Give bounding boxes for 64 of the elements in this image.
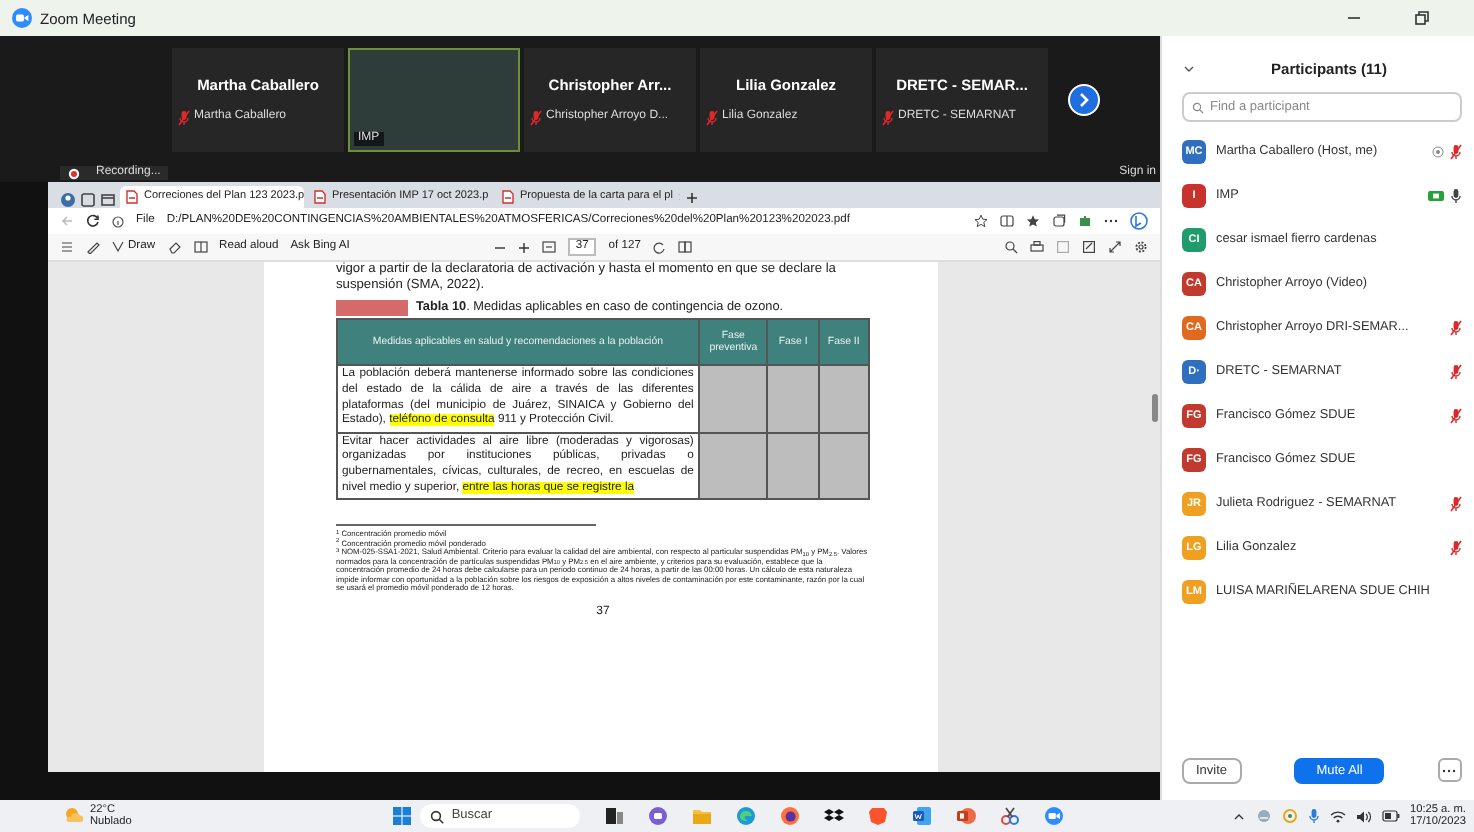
- sync-icon[interactable]: [1282, 808, 1298, 824]
- edge-browser-icon[interactable]: [735, 806, 756, 826]
- highlight-pen-icon[interactable]: [86, 240, 100, 254]
- page-view-icon[interactable]: [193, 240, 208, 254]
- chevron-up-icon[interactable]: [1232, 809, 1246, 823]
- more-icon: [1442, 767, 1457, 774]
- eraser-icon[interactable]: [167, 240, 182, 254]
- two-page-icon[interactable]: [678, 240, 693, 254]
- restore-icon[interactable]: [1414, 10, 1430, 26]
- powerpoint-icon[interactable]: [955, 806, 976, 826]
- zoom-in-icon[interactable]: [517, 241, 530, 253]
- table-cell: [818, 365, 869, 433]
- refresh-icon[interactable]: [86, 214, 100, 228]
- print-icon[interactable]: [1030, 240, 1044, 254]
- workspaces-icon[interactable]: [80, 192, 96, 208]
- dropbox-icon[interactable]: [823, 806, 844, 826]
- battery-icon[interactable]: [1382, 810, 1400, 822]
- pdf-file-icon: [126, 190, 138, 204]
- split-screen-icon[interactable]: [1000, 214, 1014, 228]
- brave-browser-icon[interactable]: [867, 806, 888, 826]
- fullscreen-icon[interactable]: [1108, 240, 1122, 254]
- info-icon: [112, 215, 124, 227]
- profile-icon[interactable]: [60, 192, 76, 208]
- caption-marker: [336, 300, 408, 316]
- firefox-icon[interactable]: [779, 806, 800, 826]
- star-icon[interactable]: [974, 214, 988, 228]
- more-icon[interactable]: [1104, 214, 1118, 228]
- zoom-out-icon[interactable]: [493, 241, 506, 253]
- tab-actions-icon[interactable]: [100, 192, 116, 208]
- favorites-icon[interactable]: [1026, 214, 1040, 228]
- extensions-icon[interactable]: [1078, 214, 1092, 228]
- zoom-logo-icon: [12, 8, 32, 28]
- mic-icon[interactable]: [1308, 808, 1320, 824]
- windows-start-icon[interactable]: [391, 806, 412, 826]
- save-as-icon[interactable]: [1082, 240, 1096, 254]
- wifi-icon[interactable]: [1330, 809, 1346, 823]
- word-icon[interactable]: [911, 806, 932, 826]
- settings-icon[interactable]: [1134, 240, 1148, 254]
- fit-page-icon[interactable]: [541, 240, 556, 254]
- chat-icon[interactable]: [647, 806, 668, 826]
- table-cell: [767, 365, 819, 433]
- task-view-icon[interactable]: [603, 806, 624, 826]
- record-icon: [68, 167, 80, 179]
- search-icon: [1192, 101, 1204, 113]
- table-cell: [698, 365, 768, 433]
- search-icon[interactable]: [1004, 240, 1018, 254]
- table-cell: [818, 432, 869, 500]
- pdf-file-icon: [502, 190, 514, 204]
- next-page-button[interactable]: [1068, 84, 1100, 116]
- zoom-app-icon[interactable]: [1043, 806, 1064, 826]
- volume-icon[interactable]: [1356, 809, 1372, 823]
- collections-icon[interactable]: [1052, 214, 1066, 228]
- search-icon: [429, 809, 444, 823]
- scrollbar-thumb[interactable]: [1152, 394, 1158, 422]
- snipping-tool-icon[interactable]: [999, 806, 1020, 826]
- chevron-right-icon: [1078, 92, 1090, 108]
- pdf-file-icon: [314, 190, 326, 204]
- rotate-icon[interactable]: [652, 240, 667, 254]
- collapse-chevron-icon[interactable]: [1182, 61, 1196, 75]
- table-cell: [767, 432, 819, 500]
- new-tab-icon[interactable]: [684, 188, 700, 208]
- pen-icon: [112, 240, 124, 253]
- copilot-icon[interactable]: [1130, 212, 1148, 230]
- table-cell: [698, 432, 768, 500]
